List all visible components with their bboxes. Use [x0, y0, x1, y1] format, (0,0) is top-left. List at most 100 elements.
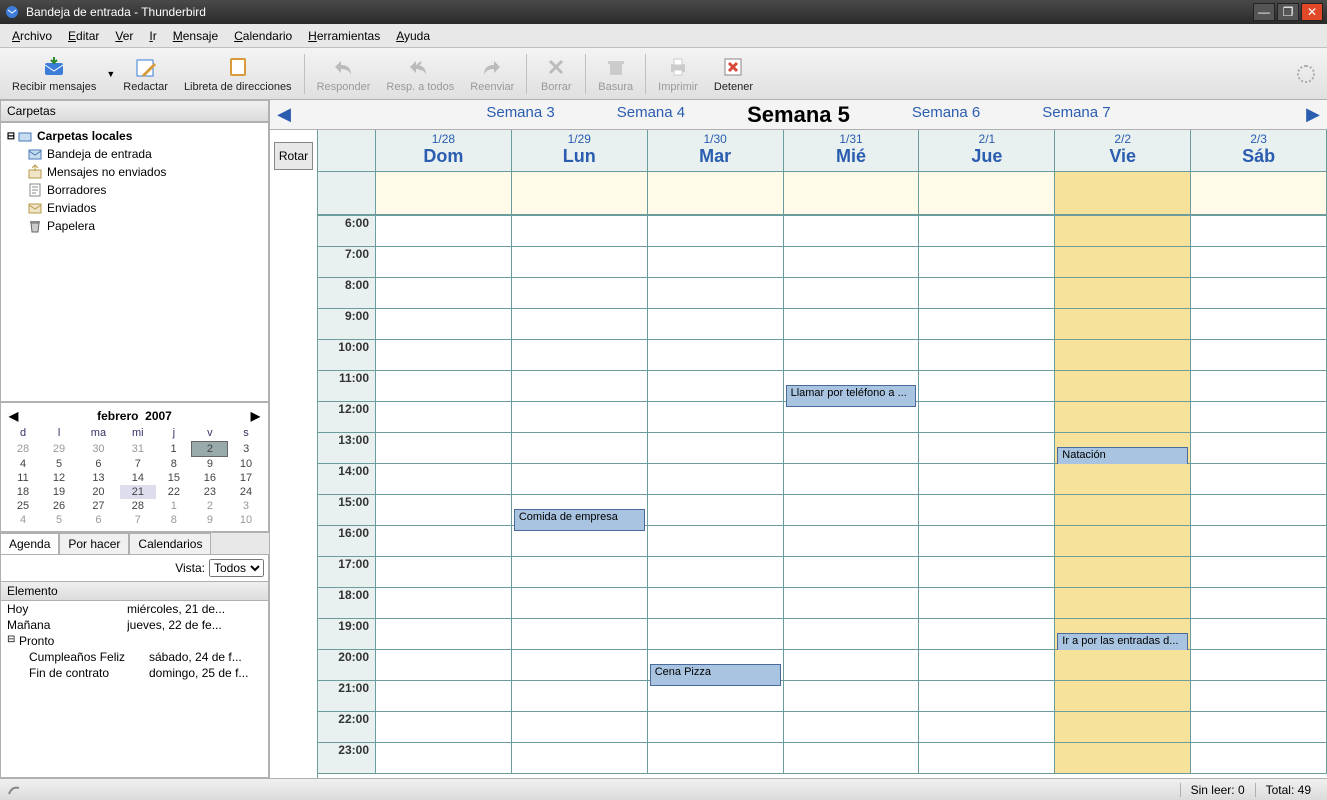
minical-day[interactable]: 29 [41, 442, 77, 457]
agenda-item[interactable]: Hoymiércoles, 21 de... [1, 601, 268, 617]
allday-cell[interactable] [784, 172, 920, 214]
day-header[interactable]: 1/30Mar [648, 130, 784, 171]
day-header[interactable]: 2/3Sáb [1191, 130, 1327, 171]
hour-cell[interactable] [512, 526, 648, 556]
minical-day[interactable]: 16 [192, 471, 228, 485]
hour-grid[interactable]: 6:007:008:009:0010:0011:00Llamar por tel… [318, 216, 1327, 778]
hour-cell[interactable] [512, 464, 648, 494]
allday-cell[interactable] [512, 172, 648, 214]
hour-cell[interactable] [1055, 247, 1191, 277]
minical-day[interactable]: 31 [120, 442, 156, 457]
hour-cell[interactable] [648, 216, 784, 246]
minical-day[interactable]: 8 [156, 513, 192, 527]
hour-cell[interactable] [512, 650, 648, 680]
hour-cell[interactable] [376, 371, 512, 401]
minical-day[interactable]: 6 [77, 457, 120, 472]
hour-cell[interactable] [512, 247, 648, 277]
minical-day[interactable]: 18 [5, 485, 41, 499]
minical-day[interactable]: 7 [120, 513, 156, 527]
hour-cell[interactable] [376, 464, 512, 494]
hour-cell[interactable] [648, 495, 784, 525]
toolbar-libreta-button[interactable]: Libreta de direcciones [176, 53, 300, 95]
folder-item[interactable]: Mensajes no enviados [5, 163, 264, 181]
toolbar-redactar-button[interactable]: Redactar [115, 53, 176, 95]
hour-cell[interactable] [1191, 681, 1327, 711]
hour-cell[interactable] [919, 278, 1055, 308]
day-header[interactable]: 2/1Jue [919, 130, 1055, 171]
hour-cell[interactable] [512, 743, 648, 773]
hour-cell[interactable] [919, 588, 1055, 618]
minical-day[interactable]: 22 [156, 485, 192, 499]
hour-cell[interactable] [648, 557, 784, 587]
allday-cell[interactable] [376, 172, 512, 214]
hour-cell[interactable] [376, 743, 512, 773]
hour-cell[interactable] [1055, 309, 1191, 339]
menu-herramientas[interactable]: Herramientas [300, 27, 388, 45]
hour-cell[interactable] [648, 743, 784, 773]
hour-cell[interactable] [919, 557, 1055, 587]
hour-cell[interactable] [648, 402, 784, 432]
hour-cell[interactable] [512, 278, 648, 308]
hour-cell[interactable] [784, 216, 920, 246]
hour-cell[interactable] [784, 588, 920, 618]
minical-day[interactable]: 13 [77, 471, 120, 485]
hour-cell[interactable] [784, 619, 920, 649]
minical-day[interactable]: 2 [192, 442, 228, 457]
hour-cell[interactable] [512, 588, 648, 618]
hour-cell[interactable]: Ir a por las entradas d... [1055, 619, 1191, 649]
toolbar-recibir-button[interactable]: Recibir mensajes [4, 53, 104, 95]
hour-cell[interactable] [1191, 712, 1327, 742]
minical-day[interactable]: 26 [41, 499, 77, 513]
hour-cell[interactable] [1055, 588, 1191, 618]
hour-cell[interactable] [1191, 371, 1327, 401]
folder-item[interactable]: Enviados [5, 199, 264, 217]
hour-cell[interactable] [784, 309, 920, 339]
hour-cell[interactable] [376, 402, 512, 432]
hour-cell[interactable] [784, 402, 920, 432]
minical-day[interactable]: 30 [77, 442, 120, 457]
hour-cell[interactable] [1055, 681, 1191, 711]
prev-week-button[interactable]: ◀ [270, 104, 298, 125]
week-button[interactable]: Semana 5 [726, 101, 871, 129]
allday-cell[interactable] [919, 172, 1055, 214]
hour-cell[interactable] [919, 340, 1055, 370]
hour-cell[interactable] [1191, 650, 1327, 680]
minical-day[interactable]: 2 [192, 499, 228, 513]
day-header[interactable]: 1/29Lun [512, 130, 648, 171]
minical-day[interactable]: 10 [228, 513, 264, 527]
hour-cell[interactable] [1191, 433, 1327, 463]
hour-cell[interactable] [376, 433, 512, 463]
tab-agenda[interactable]: Agenda [0, 533, 59, 554]
hour-cell[interactable] [919, 216, 1055, 246]
hour-cell[interactable]: Cena Pizza [648, 650, 784, 680]
hour-cell[interactable] [512, 433, 648, 463]
hour-cell[interactable] [1191, 526, 1327, 556]
hour-cell[interactable] [1191, 464, 1327, 494]
hour-cell[interactable] [919, 619, 1055, 649]
minical-day[interactable]: 5 [41, 513, 77, 527]
hour-cell[interactable] [784, 340, 920, 370]
menu-mensaje[interactable]: Mensaje [165, 27, 226, 45]
minical-day[interactable]: 9 [192, 513, 228, 527]
hour-cell[interactable] [648, 712, 784, 742]
hour-cell[interactable] [1055, 464, 1191, 494]
minical-day[interactable]: 8 [156, 457, 192, 472]
agenda-item[interactable]: Fin de contratodomingo, 25 de f... [1, 665, 268, 681]
hour-cell[interactable] [376, 309, 512, 339]
hour-cell[interactable] [919, 402, 1055, 432]
close-button[interactable]: ✕ [1301, 3, 1323, 21]
minical-day[interactable]: 14 [120, 471, 156, 485]
minical-day[interactable]: 7 [120, 457, 156, 472]
minical-day[interactable]: 23 [192, 485, 228, 499]
hour-cell[interactable] [1191, 278, 1327, 308]
minical-day[interactable]: 20 [77, 485, 120, 499]
hour-cell[interactable] [919, 526, 1055, 556]
agenda-group[interactable]: ⊟Pronto [1, 633, 268, 649]
hour-cell[interactable] [1055, 743, 1191, 773]
minical-day[interactable]: 19 [41, 485, 77, 499]
minical-day[interactable]: 25 [5, 499, 41, 513]
hour-cell[interactable]: Llamar por teléfono a ... [784, 371, 920, 401]
twisty-icon[interactable]: ⊟ [7, 634, 19, 648]
day-header[interactable]: 1/28Dom [376, 130, 512, 171]
week-button[interactable]: Semana 7 [1021, 101, 1131, 129]
